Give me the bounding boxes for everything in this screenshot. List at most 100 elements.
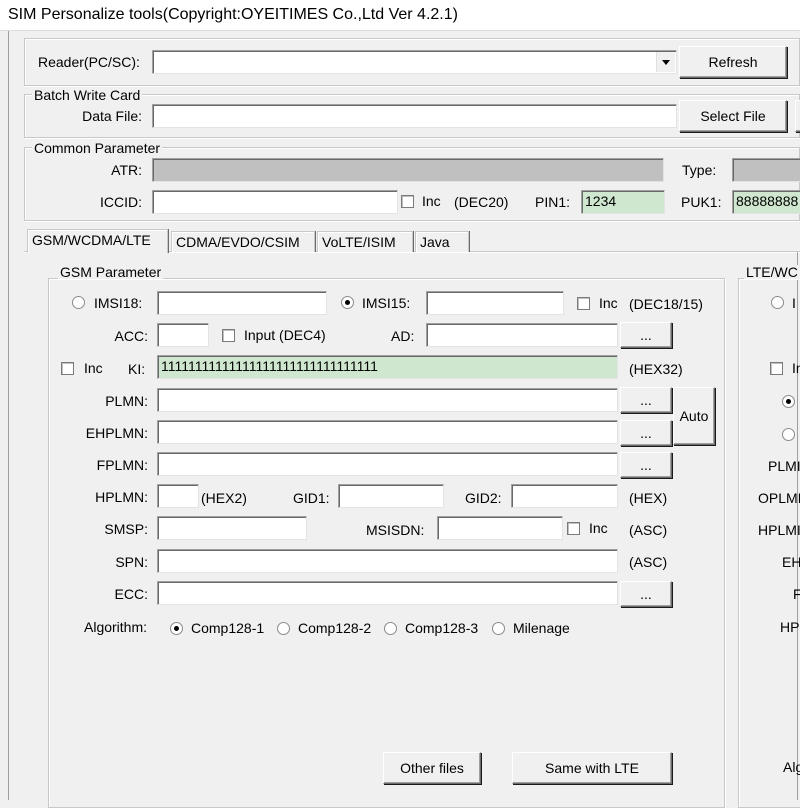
fplmn-input[interactable] — [157, 452, 618, 476]
tab-volte-isim[interactable]: VoLTE/ISIM — [317, 231, 413, 252]
lte-imsi-label: I — [792, 295, 796, 311]
smsp-input[interactable] — [157, 516, 307, 540]
smsp-label: SMSP: — [104, 521, 148, 537]
lte-imsi-radio[interactable] — [771, 296, 784, 309]
iccid-inc-checkbox[interactable] — [401, 195, 414, 208]
ehplmn-input[interactable] — [157, 420, 618, 444]
data-file-input[interactable] — [152, 104, 677, 128]
imsi15-radio[interactable] — [341, 296, 354, 309]
gid1-label: GID1: — [293, 490, 330, 506]
title-divider — [0, 30, 800, 31]
lte-inc-label: In — [792, 360, 800, 376]
msisdn-hint: (ASC) — [629, 522, 668, 538]
imsi-inc-checkbox[interactable] — [577, 297, 590, 310]
plmn-label: PLMN: — [105, 393, 148, 409]
lte-eh-label: EH — [782, 554, 800, 570]
algorithm-comp128-3-radio[interactable] — [384, 622, 397, 635]
same-with-lte-button[interactable]: Same with LTE — [512, 752, 672, 784]
msisdn-inc-checkbox[interactable] — [567, 522, 580, 535]
ecc-browse-button[interactable]: ... — [620, 581, 672, 607]
gid1-input[interactable] — [338, 484, 444, 508]
ecc-input[interactable] — [157, 581, 618, 605]
algorithm-comp128-2-label: Comp128-2 — [298, 620, 372, 636]
imsi15-label: IMSI15: — [362, 295, 411, 311]
gid2-label: GID2: — [465, 490, 502, 506]
atr-label: ATR: — [111, 162, 142, 178]
ecc-label: ECC: — [114, 586, 148, 602]
pin1-input[interactable]: 1234 — [581, 190, 665, 214]
algorithm-comp128-3-label: Comp128-3 — [405, 620, 479, 636]
lte-hplmn-label: HPLMI — [758, 522, 800, 538]
tab-cdma-evdo-csim[interactable]: CDMA/EVDO/CSIM — [171, 231, 315, 252]
msisdn-input[interactable] — [437, 516, 563, 540]
ki-input[interactable]: 11111111111111111111111111111111 — [157, 355, 618, 379]
gid2-input[interactable] — [511, 484, 618, 508]
select-file-button[interactable]: Select File — [679, 100, 787, 132]
gid-hint: (HEX) — [629, 490, 668, 506]
refresh-button[interactable]: Refresh — [679, 46, 787, 78]
lte-parameter-title: LTE/WC — [744, 265, 800, 279]
acc-input-label: Input (DEC4) — [244, 327, 326, 343]
other-files-button[interactable]: Other files — [383, 752, 481, 784]
plmn-browse-button[interactable]: ... — [620, 387, 672, 413]
atr-field — [152, 158, 664, 182]
iccid-inc-label: Inc — [422, 193, 441, 209]
algorithm-label: Algorithm: — [84, 619, 148, 635]
ad-browse-button[interactable]: ... — [620, 322, 672, 348]
reader-select[interactable] — [152, 50, 677, 74]
hplmn-label: HPLMN: — [95, 489, 148, 505]
lte-plmn-label: PLMI — [768, 458, 800, 474]
plmn-input[interactable] — [157, 388, 618, 412]
fplmn-browse-button[interactable]: ... — [620, 452, 672, 478]
imsi15-input[interactable] — [426, 291, 564, 315]
ehplmn-label: EHPLMN: — [85, 425, 148, 441]
tab-gsm-wcdma-lte[interactable]: GSM/WCDMA/LTE — [27, 229, 168, 253]
puk1-input[interactable]: 88888888 — [732, 190, 800, 214]
reader-label: Reader(PC/SC): — [38, 54, 140, 70]
gsm-parameter-title: GSM Parameter — [58, 264, 164, 280]
spn-input[interactable] — [157, 549, 618, 573]
iccid-input[interactable] — [152, 190, 398, 214]
lte-f-label: F — [793, 586, 800, 602]
acc-input[interactable] — [157, 323, 209, 347]
lte-option-radio-2[interactable] — [782, 428, 795, 441]
ad-input[interactable] — [426, 323, 618, 347]
hplmn-input[interactable] — [157, 484, 199, 508]
puk1-label: PUK1: — [681, 194, 722, 210]
ad-label: AD: — [391, 328, 415, 344]
ki-label: KI: — [128, 361, 146, 377]
algorithm-milenage-radio[interactable] — [492, 622, 505, 635]
imsi18-input[interactable] — [157, 291, 327, 315]
batch-write-card-title: Batch Write Card — [32, 87, 143, 103]
type-field — [732, 158, 800, 182]
ki-inc-checkbox[interactable] — [61, 362, 74, 375]
lte-algorithm-label: Alg — [783, 759, 800, 775]
common-parameter-title: Common Parameter — [32, 140, 163, 156]
type-label: Type: — [682, 162, 717, 178]
acc-input-checkbox[interactable] — [222, 329, 235, 342]
pin1-label: PIN1: — [535, 194, 571, 210]
tab-java[interactable]: Java — [415, 231, 469, 252]
imsi18-label: IMSI18: — [94, 295, 143, 311]
lte-oplmn-label: OPLMI — [758, 490, 800, 506]
ehplmn-browse-button[interactable]: ... — [620, 420, 672, 446]
iccid-label: ICCID: — [100, 194, 142, 210]
lte-hp-label: HP — [780, 619, 800, 635]
window-title: SIM Personalize tools(Copyright:OYEITIME… — [0, 0, 800, 30]
chevron-down-icon[interactable] — [656, 52, 675, 72]
iccid-inc-hint: (DEC20) — [454, 194, 509, 210]
msisdn-inc-label: Inc — [589, 520, 608, 536]
ki-hint: (HEX32) — [629, 361, 683, 377]
lte-inc-checkbox[interactable] — [770, 362, 783, 375]
hplmn-hint: (HEX2) — [201, 490, 247, 506]
algorithm-comp128-1-label: Comp128-1 — [191, 620, 265, 636]
extra-button-edge[interactable] — [795, 100, 800, 132]
lte-parameter-group — [738, 278, 800, 808]
auto-button[interactable]: Auto — [673, 387, 715, 445]
imsi18-radio[interactable] — [72, 296, 85, 309]
algorithm-comp128-1-radio[interactable] — [170, 622, 183, 635]
lte-option-radio-1[interactable] — [782, 395, 795, 408]
algorithm-comp128-2-radio[interactable] — [277, 622, 290, 635]
fplmn-label: FPLMN: — [96, 457, 148, 473]
imsi-inc-label: Inc — [599, 295, 618, 311]
